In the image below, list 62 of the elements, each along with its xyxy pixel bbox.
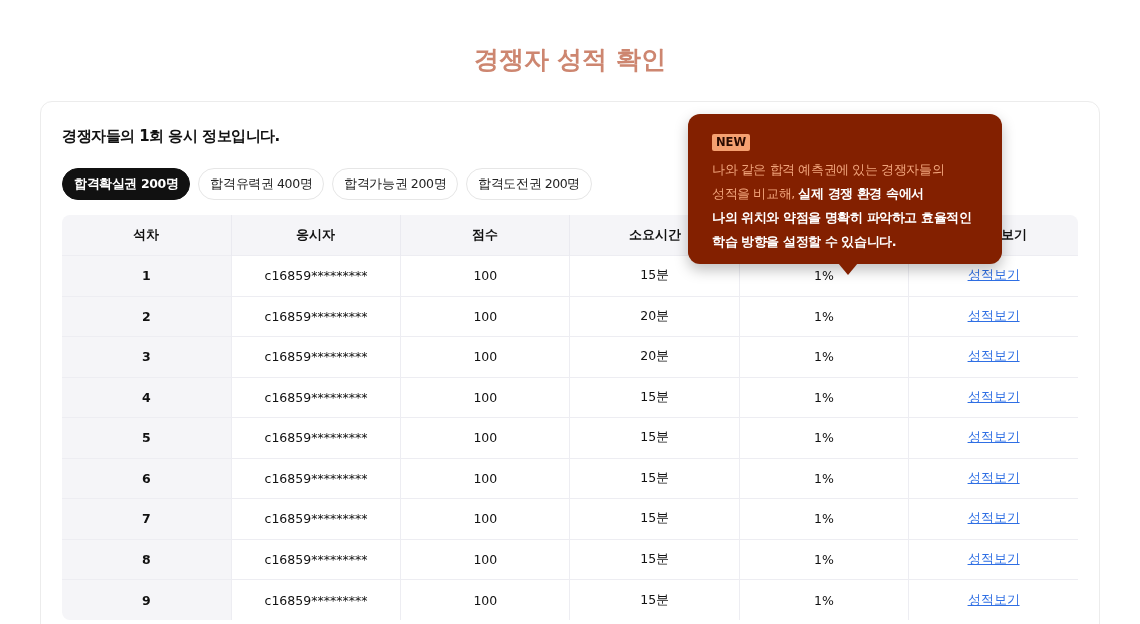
view-score-link[interactable]: 성적보기 bbox=[967, 591, 1020, 607]
table-cell: 1% bbox=[739, 539, 909, 580]
filter-tab[interactable]: 합격도전권 200명 bbox=[466, 168, 592, 200]
table-cell: c16859********* bbox=[231, 377, 401, 418]
table-cell: c16859********* bbox=[231, 255, 401, 296]
table-cell: c16859********* bbox=[231, 417, 401, 458]
view-score-link[interactable]: 성적보기 bbox=[967, 469, 1020, 485]
table-cell: 100 bbox=[400, 296, 570, 337]
view-score-link[interactable]: 성적보기 bbox=[967, 550, 1020, 566]
column-header: 응시자 bbox=[231, 215, 401, 256]
table-cell: 6 bbox=[62, 458, 232, 499]
table-cell: c16859********* bbox=[231, 539, 401, 580]
table-cell: 1% bbox=[739, 336, 909, 377]
view-score-link[interactable]: 성적보기 bbox=[967, 388, 1020, 404]
table-cell: 1% bbox=[739, 579, 909, 620]
table-cell: 1% bbox=[739, 458, 909, 499]
table-cell: 4 bbox=[62, 377, 232, 418]
table-cell: 15분 bbox=[570, 417, 740, 458]
table-cell: 100 bbox=[400, 539, 570, 580]
table-cell: 1% bbox=[739, 377, 909, 418]
view-score-link[interactable]: 성적보기 bbox=[967, 267, 1020, 283]
table-cell: 15분 bbox=[570, 539, 740, 580]
table-cell: 20분 bbox=[570, 336, 740, 377]
table-cell: 100 bbox=[400, 498, 570, 539]
table-cell: 100 bbox=[400, 336, 570, 377]
table-cell: 15분 bbox=[570, 458, 740, 499]
table-cell: 9 bbox=[62, 579, 232, 620]
table-cell: 2 bbox=[62, 296, 232, 337]
column-header: 석차 bbox=[62, 215, 232, 256]
table-cell: 1% bbox=[739, 296, 909, 337]
filter-tab[interactable]: 합격유력권 400명 bbox=[198, 168, 325, 200]
table-cell: c16859********* bbox=[231, 296, 401, 337]
table-cell: 20분 bbox=[570, 296, 740, 337]
table-cell: 100 bbox=[400, 377, 570, 418]
table-cell: 7 bbox=[62, 498, 232, 539]
table-cell: 100 bbox=[400, 579, 570, 620]
table-cell: 1 bbox=[62, 255, 232, 296]
view-score-link[interactable]: 성적보기 bbox=[967, 429, 1020, 445]
subtitle: 경쟁자들의 1회 응시 정보입니다. bbox=[62, 126, 280, 147]
new-badge: NEW bbox=[712, 134, 751, 151]
table-cell: 5 bbox=[62, 417, 232, 458]
table-cell: 15분 bbox=[570, 377, 740, 418]
table-cell: c16859********* bbox=[231, 498, 401, 539]
view-score-link[interactable]: 성적보기 bbox=[967, 348, 1020, 364]
filter-tab[interactable]: 합격가능권 200명 bbox=[332, 168, 459, 200]
page-title: 경쟁자 성적 확인 bbox=[472, 44, 668, 76]
view-score-link[interactable]: 성적보기 bbox=[967, 307, 1020, 323]
table-cell: 15분 bbox=[570, 579, 740, 620]
filter-tab[interactable]: 합격확실권 200명 bbox=[62, 168, 191, 200]
table-cell: 3 bbox=[62, 336, 232, 377]
table-cell: 8 bbox=[62, 539, 232, 580]
table-cell: c16859********* bbox=[231, 458, 401, 499]
table-cell: 100 bbox=[400, 417, 570, 458]
table-cell: c16859********* bbox=[231, 579, 401, 620]
table-cell: 100 bbox=[400, 255, 570, 296]
table-cell: 1% bbox=[739, 417, 909, 458]
table-cell: 100 bbox=[400, 458, 570, 499]
table-cell: 1% bbox=[739, 498, 909, 539]
column-header: 점수 bbox=[400, 215, 570, 256]
table-cell: 15분 bbox=[570, 498, 740, 539]
view-score-link[interactable]: 성적보기 bbox=[967, 510, 1020, 526]
table-cell: c16859********* bbox=[231, 336, 401, 377]
